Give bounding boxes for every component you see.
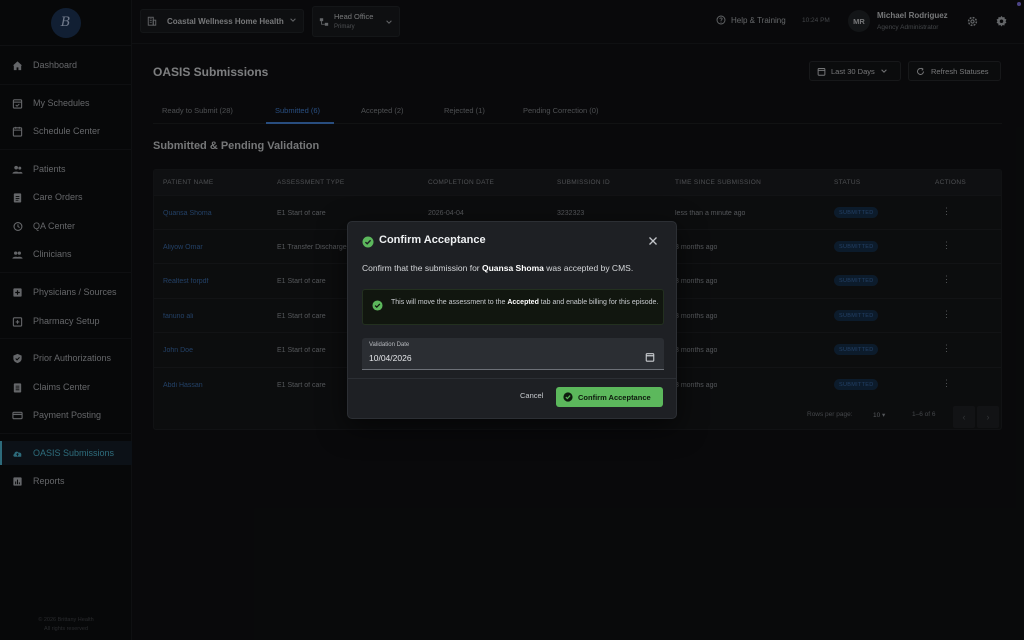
info-bold: Accepted bbox=[507, 299, 539, 306]
info-text: This will move the assessment to the Acc… bbox=[391, 297, 659, 308]
confirm-label: Confirm Acceptance bbox=[578, 392, 651, 402]
close-icon[interactable] bbox=[646, 234, 660, 248]
info-alert: This will move the assessment to the Acc… bbox=[362, 289, 664, 325]
check-circle-icon bbox=[563, 392, 573, 402]
info-prefix: This will move the assessment to the bbox=[391, 299, 508, 306]
message-suffix: was accepted by CMS. bbox=[543, 263, 634, 273]
confirm-acceptance-button[interactable]: Confirm Acceptance bbox=[556, 387, 663, 407]
dialog-title: Confirm Acceptance bbox=[379, 234, 486, 246]
message-prefix: Confirm that the submission for bbox=[362, 263, 482, 273]
date-field-label: Validation Date bbox=[369, 342, 410, 348]
calendar-icon[interactable] bbox=[645, 349, 655, 362]
check-circle-icon bbox=[372, 298, 383, 311]
validation-date-field[interactable]: Validation Date 10/04/2026 bbox=[362, 338, 664, 370]
cancel-button[interactable]: Cancel bbox=[520, 391, 543, 400]
dialog-message: Confirm that the submission for Quansa S… bbox=[362, 263, 633, 273]
message-patient-name: Quansa Shoma bbox=[482, 263, 544, 273]
divider bbox=[348, 378, 676, 379]
check-circle-icon bbox=[362, 235, 374, 248]
confirm-acceptance-dialog: Confirm Acceptance Confirm that the subm… bbox=[347, 221, 677, 419]
info-suffix: tab and enable billing for this episode. bbox=[538, 299, 659, 306]
date-field-value[interactable]: 10/04/2026 bbox=[369, 353, 412, 363]
